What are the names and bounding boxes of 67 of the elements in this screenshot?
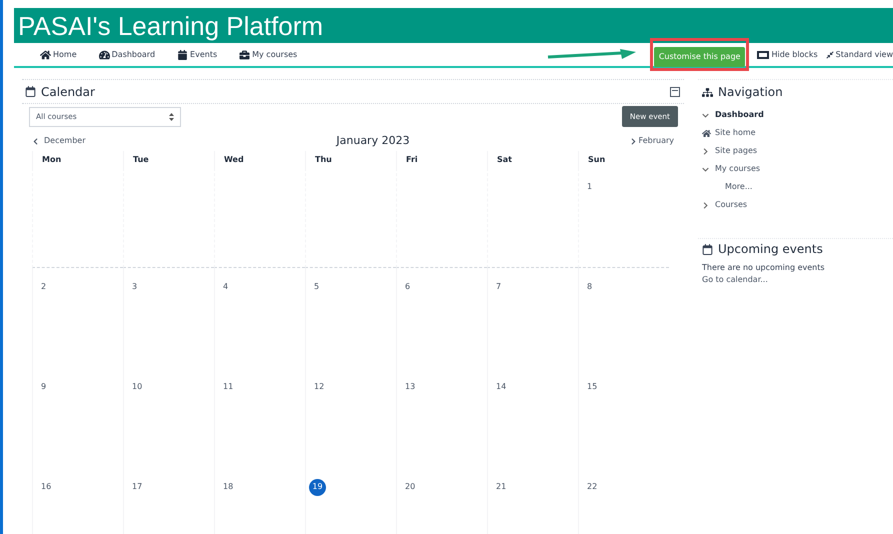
previous-month-link[interactable]: December — [32, 135, 152, 148]
calendar-icon — [702, 244, 713, 254]
day-number[interactable]: 14 — [496, 381, 506, 394]
upcoming-title: Upcoming events — [718, 241, 823, 258]
next-month-link[interactable]: February — [554, 135, 674, 148]
weekday-header: Thu — [315, 154, 332, 166]
dashboard-icon — [98, 50, 110, 60]
calendar-link[interactable]: Go to calendar... — [702, 274, 893, 286]
weekday-header: Sat — [497, 154, 512, 166]
day-number[interactable]: 16 — [41, 481, 52, 494]
weekday-header: Sun — [588, 154, 606, 166]
day-number[interactable]: 15 — [587, 381, 598, 394]
nav-link[interactable]: Events — [177, 48, 218, 60]
weekday-header: Fri — [406, 154, 418, 166]
day-number[interactable]: 3 — [132, 281, 138, 294]
day-number[interactable]: 7 — [496, 281, 502, 294]
day-number[interactable]: 22 — [587, 481, 598, 494]
calendar-icon — [177, 50, 188, 60]
day-number[interactable]: 12 — [314, 381, 324, 394]
hide-blocks-link[interactable]: Hide blocks — [757, 48, 818, 60]
calendar-icon — [25, 86, 36, 97]
day-number[interactable]: 10 — [132, 381, 142, 394]
nav-link[interactable]: Dashboard — [98, 48, 156, 60]
weekday-header: Mon — [42, 154, 62, 166]
day-number[interactable]: 19 — [309, 478, 326, 496]
chevron-icon — [702, 112, 711, 118]
day-number[interactable]: 8 — [587, 281, 592, 294]
compress-icon — [826, 50, 834, 58]
navigation-item[interactable]: Dashboard — [715, 109, 764, 121]
day-number[interactable]: 20 — [405, 481, 416, 494]
sort-arrows-icon — [169, 112, 174, 121]
day-number[interactable]: 13 — [405, 381, 416, 394]
day-number[interactable]: 5 — [314, 281, 320, 294]
navigation-item[interactable]: Courses — [715, 199, 748, 211]
collapse-icon — [670, 86, 680, 96]
site-title: PASAI's Learning Platform — [18, 12, 324, 38]
briefcase-icon — [239, 50, 250, 60]
chevron-right-icon — [630, 138, 637, 145]
month-title: January 2023 — [334, 133, 411, 149]
home-icon — [40, 50, 51, 60]
day-number[interactable]: 21 — [496, 481, 506, 494]
sitemap-icon — [702, 86, 713, 98]
navigation-item[interactable]: Site home — [715, 127, 756, 139]
navigation-item[interactable]: My courses — [715, 163, 760, 175]
navigation-item[interactable]: More... — [725, 181, 752, 193]
chevron-icon — [702, 166, 711, 172]
list-icon — [757, 50, 770, 58]
day-number[interactable]: 1 — [587, 181, 592, 194]
day-number[interactable]: 17 — [132, 481, 142, 494]
home-icon — [702, 128, 711, 138]
day-number[interactable]: 9 — [41, 381, 46, 394]
calendar-title: Calendar — [41, 84, 95, 100]
day-number[interactable]: 6 — [405, 281, 410, 294]
nav-link[interactable]: Home — [40, 48, 77, 60]
day-number[interactable]: 18 — [223, 481, 234, 494]
day-number[interactable]: 4 — [223, 281, 228, 294]
weekday-header: Wed — [224, 154, 244, 166]
day-number[interactable]: 11 — [223, 381, 234, 394]
no-events-message: There are no upcoming events — [702, 262, 826, 274]
chevron-left-icon — [32, 138, 39, 145]
arrow-icon — [546, 48, 638, 60]
day-number[interactable]: 2 — [41, 281, 46, 294]
navigation-item[interactable]: Site pages — [715, 145, 758, 157]
standard-view-link[interactable]: Standard view — [826, 48, 893, 60]
nav-link[interactable]: My courses — [239, 48, 298, 60]
navigation-title: Navigation — [718, 84, 783, 101]
weekday-header: Tue — [133, 154, 149, 166]
